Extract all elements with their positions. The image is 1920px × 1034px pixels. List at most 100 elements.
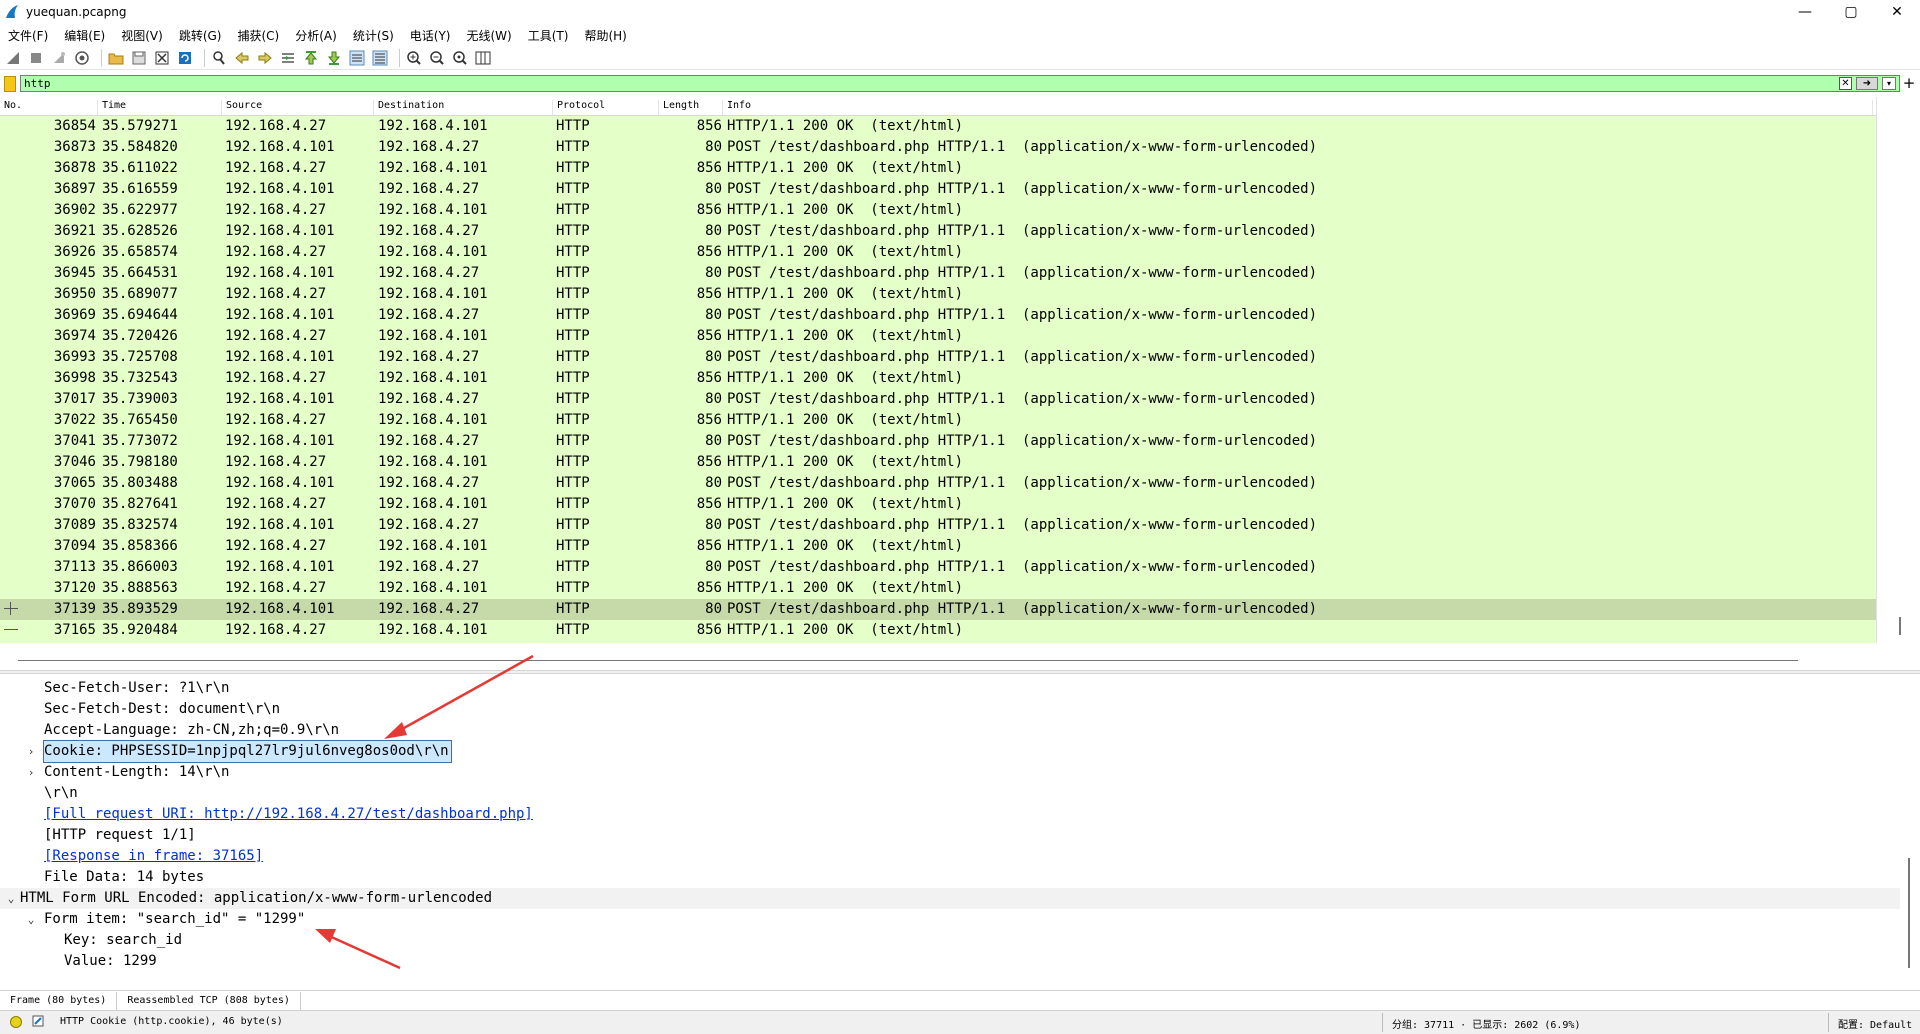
- detail-row[interactable]: \r\n: [0, 783, 1900, 804]
- shark-fin-start-icon[interactable]: [4, 49, 22, 67]
- menu-item[interactable]: 电话(Y): [402, 27, 459, 44]
- packet-row[interactable]: 36974 35.720426 192.168.4.27 192.168.4.101 H…: [0, 326, 1876, 347]
- detail-row[interactable]: ⌄ Form item: "search_id" = "1299": [0, 909, 1900, 930]
- restart-capture-icon[interactable]: [50, 49, 68, 67]
- menu-item[interactable]: 跳转(G): [171, 27, 230, 44]
- packet-row[interactable]: 37165 35.920484 192.168.4.27 192.168.4.101 H…: [0, 620, 1876, 641]
- packet-row[interactable]: 37089 35.832574 192.168.4.101 192.168.4.27 H…: [0, 515, 1876, 536]
- menu-item[interactable]: 统计(S): [345, 27, 402, 44]
- detail-row[interactable]: Accept-Language: zh-CN,zh;q=0.9\r\n: [0, 720, 1900, 741]
- expert-info-icon[interactable]: [10, 1016, 22, 1028]
- packet-list-horizontal-scrollbar[interactable]: [18, 660, 1798, 661]
- menu-item[interactable]: 捕获(C): [229, 27, 287, 44]
- packet-row[interactable]: 37046 35.798180 192.168.4.27 192.168.4.101 H…: [0, 452, 1876, 473]
- go-last-packet-icon[interactable]: [325, 49, 343, 67]
- detail-row[interactable]: [HTTP request 1/1]: [0, 825, 1900, 846]
- packet-list-scrollbar[interactable]: [1876, 97, 1903, 643]
- packet-row[interactable]: 36897 35.616559 192.168.4.101 192.168.4.27 H…: [0, 179, 1876, 200]
- menu-item[interactable]: 文件(F): [0, 27, 56, 44]
- column-header-source[interactable]: Source: [222, 100, 374, 115]
- go-forward-icon[interactable]: [256, 49, 274, 67]
- byte-tab[interactable]: Reassembled TCP (808 bytes): [117, 992, 301, 1010]
- detail-row[interactable]: File Data: 14 bytes: [0, 867, 1900, 888]
- detail-row[interactable]: Key: search_id: [0, 930, 1900, 951]
- stop-capture-icon[interactable]: [27, 49, 45, 67]
- details-scrollbar[interactable]: [1908, 858, 1910, 968]
- packet-row[interactable]: 36878 35.611022 192.168.4.27 192.168.4.101 H…: [0, 158, 1876, 179]
- packet-row[interactable]: 37094 35.858366 192.168.4.27 192.168.4.101 H…: [0, 536, 1876, 557]
- packet-row[interactable]: 37022 35.765450 192.168.4.27 192.168.4.101 H…: [0, 410, 1876, 431]
- packet-row[interactable]: 36993 35.725708 192.168.4.101 192.168.4.27 H…: [0, 347, 1876, 368]
- packet-row[interactable]: 37113 35.866003 192.168.4.101 192.168.4.27 H…: [0, 557, 1876, 578]
- menu-item[interactable]: 编辑(E): [56, 27, 113, 44]
- detail-row[interactable]: Sec-Fetch-Dest: document\r\n: [0, 699, 1900, 720]
- expand-arrow-icon[interactable]: ›: [24, 741, 38, 762]
- detail-link[interactable]: [Full request URI: http://192.168.4.27/t…: [44, 804, 533, 825]
- packet-row[interactable]: 36926 35.658574 192.168.4.27 192.168.4.101 H…: [0, 242, 1876, 263]
- column-header-length[interactable]: Length: [659, 100, 723, 115]
- apply-filter-button[interactable]: ➜: [1856, 77, 1878, 90]
- packet-row[interactable]: 37017 35.739003 192.168.4.101 192.168.4.27 H…: [0, 389, 1876, 410]
- detail-row[interactable]: Sec-Fetch-User: ?1\r\n: [0, 678, 1900, 699]
- open-file-icon[interactable]: [107, 49, 125, 67]
- minimize-button[interactable]: —: [1782, 0, 1828, 24]
- menu-item[interactable]: 帮助(H): [576, 27, 634, 44]
- expand-arrow-icon[interactable]: ›: [24, 762, 38, 783]
- packet-row[interactable]: 36998 35.732543 192.168.4.27 192.168.4.101 H…: [0, 368, 1876, 389]
- detail-section-row[interactable]: ⌄ HTML Form URL Encoded: application/x-ww…: [0, 888, 1900, 909]
- column-header-protocol[interactable]: Protocol: [553, 100, 659, 115]
- go-first-packet-icon[interactable]: [302, 49, 320, 67]
- zoom-in-icon[interactable]: [405, 49, 423, 67]
- packet-row[interactable]: 37070 35.827641 192.168.4.27 192.168.4.101 H…: [0, 494, 1876, 515]
- detail-row[interactable]: Value: 1299: [0, 951, 1900, 972]
- clear-filter-button[interactable]: ✕: [1839, 77, 1852, 90]
- save-file-icon[interactable]: [130, 49, 148, 67]
- packet-row[interactable]: 36921 35.628526 192.168.4.101 192.168.4.27 H…: [0, 221, 1876, 242]
- packet-row[interactable]: 36945 35.664531 192.168.4.101 192.168.4.27 H…: [0, 263, 1876, 284]
- resize-columns-icon[interactable]: [474, 49, 492, 67]
- colorize-icon[interactable]: [371, 49, 389, 67]
- packet-row[interactable]: 36854 35.579271 192.168.4.27 192.168.4.101 H…: [0, 116, 1876, 137]
- bookmark-icon[interactable]: [4, 76, 16, 92]
- zoom-normal-icon[interactable]: [451, 49, 469, 67]
- packet-row[interactable]: 37120 35.888563 192.168.4.27 192.168.4.101 H…: [0, 578, 1876, 599]
- autoscroll-icon[interactable]: [348, 49, 366, 67]
- detail-row[interactable]: [Full request URI: http://192.168.4.27/t…: [0, 804, 1900, 825]
- reload-file-icon[interactable]: [176, 49, 194, 67]
- packet-row[interactable]: 36950 35.689077 192.168.4.27 192.168.4.101 H…: [0, 284, 1876, 305]
- column-header-destination[interactable]: Destination: [374, 100, 553, 115]
- packet-row[interactable]: 37065 35.803488 192.168.4.101 192.168.4.27 H…: [0, 473, 1876, 494]
- menu-item[interactable]: 无线(W): [459, 27, 520, 44]
- packet-row[interactable]: 37041 35.773072 192.168.4.101 192.168.4.27 H…: [0, 431, 1876, 452]
- column-header-time[interactable]: Time: [98, 100, 222, 115]
- packet-row[interactable]: 36873 35.584820 192.168.4.101 192.168.4.27 H…: [0, 137, 1876, 158]
- zoom-out-icon[interactable]: [428, 49, 446, 67]
- close-button[interactable]: ✕: [1874, 0, 1920, 24]
- byte-tab[interactable]: Frame (80 bytes): [0, 992, 118, 1010]
- filter-history-dropdown[interactable]: ▾: [1882, 77, 1896, 90]
- maximize-button[interactable]: ▢: [1828, 0, 1874, 24]
- menu-item[interactable]: 分析(A): [287, 27, 345, 44]
- detail-row[interactable]: [Response in frame: 37165]: [0, 846, 1900, 867]
- column-header-no[interactable]: No.: [0, 100, 98, 115]
- configuration-profile[interactable]: 配置: Default: [1838, 1016, 1912, 1031]
- detail-row[interactable]: › Cookie: PHPSESSID=1npjpql27lr9jul6nveg8…: [0, 740, 1900, 763]
- find-packet-icon[interactable]: [210, 49, 228, 67]
- column-header-info[interactable]: Info: [723, 100, 1873, 115]
- go-back-icon[interactable]: [233, 49, 251, 67]
- menu-item[interactable]: 工具(T): [520, 27, 577, 44]
- display-filter-input[interactable]: http: [20, 75, 1900, 92]
- pane-splitter[interactable]: [0, 670, 1920, 674]
- menu-item[interactable]: 视图(V): [113, 27, 171, 44]
- detail-row[interactable]: › Content-Length: 14\r\n: [0, 762, 1900, 783]
- detail-link[interactable]: [Response in frame: 37165]: [44, 846, 263, 867]
- collapse-arrow-icon[interactable]: ⌄: [24, 909, 38, 930]
- capture-options-icon[interactable]: [73, 49, 91, 67]
- collapse-arrow-icon[interactable]: ⌄: [4, 888, 18, 909]
- packet-row[interactable]: 37139 35.893529 192.168.4.101 192.168.4.27 H…: [0, 599, 1876, 620]
- packet-row[interactable]: 36969 35.694644 192.168.4.101 192.168.4.27 H…: [0, 305, 1876, 326]
- go-to-packet-icon[interactable]: [279, 49, 297, 67]
- close-file-icon[interactable]: [153, 49, 171, 67]
- add-filter-button-plus[interactable]: +: [1902, 74, 1916, 92]
- packet-row[interactable]: 36902 35.622977 192.168.4.27 192.168.4.101 H…: [0, 200, 1876, 221]
